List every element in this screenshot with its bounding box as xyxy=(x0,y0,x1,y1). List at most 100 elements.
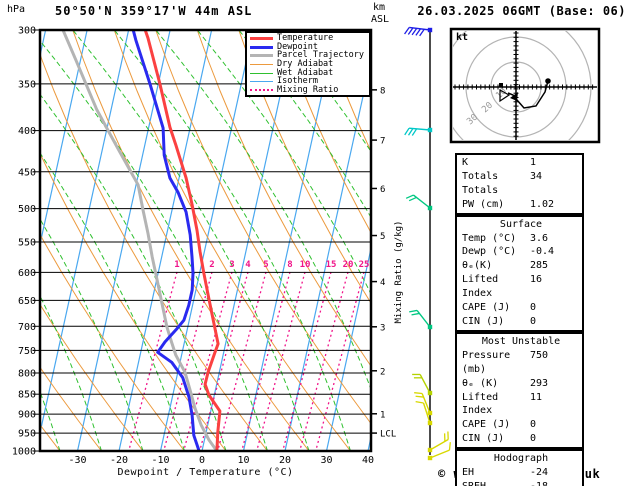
table-row: Totals Totals 34 xyxy=(462,170,580,198)
table-row: θₑ(K) 285 xyxy=(462,259,580,273)
wind-barb-icon xyxy=(427,431,449,453)
legend-item: Mixing Ratio xyxy=(250,86,369,95)
mixing-ratio-label: 3 xyxy=(229,260,234,270)
table-row-value: 3.6 xyxy=(530,232,549,244)
table-row-value: 0 xyxy=(530,433,537,445)
indices-table: K 1 Totals Totals 34 PW (cm) 1.02 xyxy=(455,153,584,215)
legend-line-swatch xyxy=(250,63,273,65)
km-tick-label: LCL xyxy=(380,430,396,440)
pressure-tick-label: 950 xyxy=(18,429,36,440)
table-row-label: SREH xyxy=(462,480,530,486)
table-row: CIN (J) 0 xyxy=(462,432,580,446)
legend-line-swatch xyxy=(250,36,273,40)
indices-table: HodographEH-24SREH-18StmDir338°StmSpd (k… xyxy=(455,449,584,486)
pressure-tick-label: 850 xyxy=(18,390,36,401)
table-row-label: CIN (J) xyxy=(462,433,505,445)
mixing-ratio-label: 25 xyxy=(359,260,370,270)
km-tick-label: 5 xyxy=(380,232,385,242)
table-row: PW (cm) 1.02 xyxy=(462,198,580,212)
km-tick-label: 2 xyxy=(380,367,385,377)
table-row-label: θₑ (K) xyxy=(462,377,499,389)
hodograph-trace-dot xyxy=(545,78,551,84)
table-row-value: 293 xyxy=(530,377,549,389)
pressure-tick-label: 700 xyxy=(18,322,36,333)
isotherm-line xyxy=(0,30,4,451)
indices-panel: K 1 Totals Totals 34 PW (cm) 1.02 Surface Temp … xyxy=(455,153,584,486)
hodograph-unit-label: kt xyxy=(456,32,469,43)
pressure-tick-label: 900 xyxy=(18,410,36,421)
wind-barb-icon xyxy=(412,373,433,396)
table-section-title: Most Unstable xyxy=(481,335,561,347)
table-row-value: 11 xyxy=(530,391,543,403)
table-row: CIN (J) 0 xyxy=(462,315,580,329)
mixing-ratio-line xyxy=(315,271,365,451)
mixing-ratio-label: 15 xyxy=(326,260,337,270)
chart-datetime: 26.03.2025 06GMT (Base: 06) xyxy=(417,4,626,18)
table-row-label: θₑ(K) xyxy=(462,260,493,272)
legend-line-swatch xyxy=(250,81,273,83)
km-tick-label: 6 xyxy=(380,185,385,195)
table-row: Lifted Index 11 xyxy=(462,391,580,419)
temperature-tick-label: 40 xyxy=(362,455,374,466)
pressure-tick-label: 750 xyxy=(18,346,36,357)
table-row-value: 1 xyxy=(530,157,537,168)
isotherm-line xyxy=(40,30,130,436)
pressure-axis-unit: hPa xyxy=(7,4,26,15)
temperature-tick-label: 20 xyxy=(279,455,291,466)
table-row-label: EH xyxy=(462,467,475,479)
temperature-tick-label: -30 xyxy=(68,455,86,466)
table-row-value: 1.02 xyxy=(530,198,555,210)
pressure-tick-label: 500 xyxy=(18,204,36,215)
table-row-label: Totals Totals xyxy=(462,170,499,196)
pressure-tick-label: 400 xyxy=(18,126,36,137)
km-tick-label: 4 xyxy=(380,278,385,288)
altitude-axis-unit-asl: ASL xyxy=(371,14,390,25)
km-tick-label: 3 xyxy=(380,323,385,333)
wind-barb-icon xyxy=(404,26,433,37)
table-row-label: Dewp (°C) xyxy=(462,246,517,258)
table-row-value: 285 xyxy=(530,260,549,272)
parcel-trajectory-curve xyxy=(61,30,219,451)
pressure-tick-label: 800 xyxy=(18,368,36,379)
station-title: 50°50'N 359°17'W 44m ASL xyxy=(55,4,253,18)
temperature-axis-label: Dewpoint / Temperature (°C) xyxy=(117,467,294,478)
mixing-ratio-label: 20 xyxy=(343,260,354,270)
indices-table: Most Unstable Pressure (mb) 750 θₑ (K) 293 Li… xyxy=(455,331,584,450)
hodograph-ring-label: 30 xyxy=(465,113,480,128)
table-row-label: CIN (J) xyxy=(462,315,505,327)
table-row-label: CAPE (J) xyxy=(462,419,511,431)
mixing-ratio-label: 4 xyxy=(245,260,251,270)
table-row-value: -24 xyxy=(530,467,549,479)
pressure-tick-label: 350 xyxy=(18,79,36,90)
mixing-ratio-axis-label: Mixing Ratio (g/kg) xyxy=(394,220,404,324)
table-row-label: Temp (°C) xyxy=(462,232,517,244)
legend-line-swatch xyxy=(250,54,273,58)
table-row-label: Lifted Index xyxy=(462,274,499,300)
hodograph-ring-label: 20 xyxy=(480,101,495,116)
legend-line-swatch xyxy=(250,89,273,92)
hodograph-origin-marker xyxy=(499,83,503,87)
mixing-ratio-line xyxy=(256,271,306,451)
wind-barb-icon xyxy=(405,194,433,211)
legend-item-label: Mixing Ratio xyxy=(277,85,339,96)
wind-barb-icon xyxy=(409,309,433,330)
km-tick-label: 1 xyxy=(380,410,385,420)
pressure-tick-label: 300 xyxy=(18,26,36,37)
wind-barb-icon xyxy=(404,127,433,136)
wet-adiabat-line xyxy=(40,294,102,451)
pressure-tick-label: 550 xyxy=(18,237,36,248)
table-row: Lifted Index 16 xyxy=(462,273,580,301)
altitude-axis-unit-km: km xyxy=(373,2,386,13)
table-row-label: PW (cm) xyxy=(462,198,505,210)
temperature-tick-label: -20 xyxy=(110,455,128,466)
mixing-ratio-label: 1 xyxy=(174,260,179,270)
chart-legend: Temperature Dewpoint Parcel Trajectory Dry … xyxy=(245,31,371,97)
table-row-value: -18 xyxy=(530,480,580,486)
table-row: CAPE (J) 0 xyxy=(462,418,580,432)
mixing-ratio-label: 8 xyxy=(287,260,292,270)
table-row: Temp (°C) 3.6 xyxy=(462,232,580,246)
table-row: θₑ (K) 293 xyxy=(462,377,580,391)
table-row-label: Pressure (mb) xyxy=(462,349,511,375)
pressure-tick-label: 600 xyxy=(18,268,36,279)
temperature-tick-label: -10 xyxy=(151,455,169,466)
